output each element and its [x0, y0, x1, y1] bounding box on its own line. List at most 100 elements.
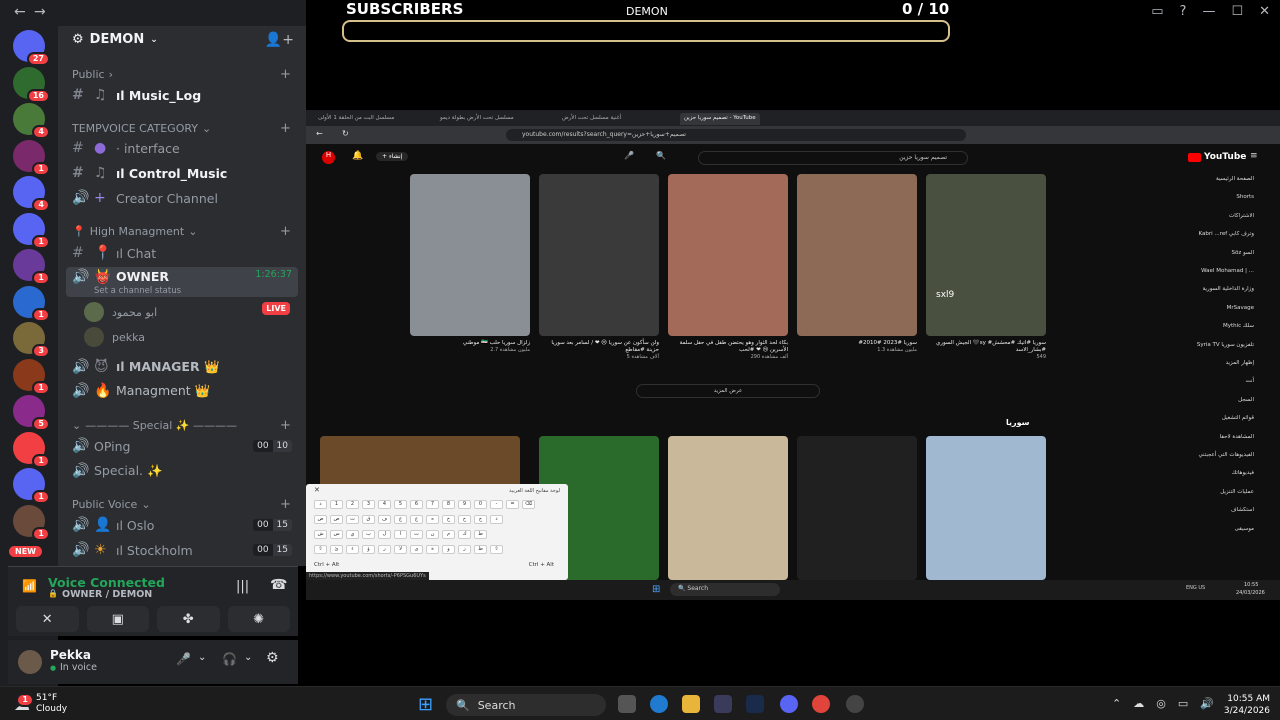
avatar[interactable]: H [322, 151, 335, 164]
channel-oslo[interactable]: 🔊 👤 ıl Oslo 00 15 [66, 514, 298, 536]
keyboard-key[interactable]: 5 [394, 500, 407, 509]
browser-tab[interactable]: مسلسل تحت الأرض بطولة ديمو [436, 113, 518, 125]
category-tempvoice[interactable]: TEMPVOICE CATEGORY ⌄ + [72, 121, 291, 136]
keyboard-key[interactable]: غ [394, 515, 407, 524]
voice-user[interactable]: pekka LIVE [84, 302, 290, 347]
server-icon[interactable]: 4 [13, 176, 50, 212]
keyboard-key[interactable]: ث [346, 515, 359, 524]
create-button[interactable]: + إنشاء [376, 152, 409, 161]
microphone-icon[interactable]: 🎤 [624, 151, 634, 160]
category-public-voice[interactable]: Public Voice ⌄ + [72, 497, 291, 512]
app-tray-icon[interactable]: ◎ [1156, 697, 1166, 710]
sidebar-item[interactable]: الاشتراكات [1229, 213, 1254, 219]
add-channel-icon[interactable]: + [280, 497, 291, 512]
voice-location[interactable]: OWNER / DEMON [62, 589, 152, 600]
discord-icon[interactable] [780, 695, 798, 713]
sidebar-item[interactable]: Kabri ...ref وترف كابي [1199, 231, 1254, 237]
menu-icon[interactable]: ≡ [1250, 151, 1258, 161]
video-thumbnail[interactable] [410, 174, 530, 336]
close-icon[interactable]: ✕ [1259, 4, 1270, 19]
keyboard-key[interactable]: ⇧ [314, 545, 327, 554]
channel-stockholm[interactable]: 🔊 ☀ ıl Stockholm 00 15 [66, 539, 298, 561]
camera-off-button[interactable]: ✕ [16, 606, 79, 632]
keyboard-key[interactable]: 4 [378, 500, 391, 509]
browser-tab[interactable]: مسلسل البت من الحلقة 1 الأولى [314, 113, 398, 125]
add-channel-icon[interactable]: + [280, 224, 291, 239]
video-title[interactable]: الجيش السوري 🖤sy #سوريا #اتيك #محشش #بشا… [926, 340, 1046, 361]
category-special[interactable]: ⌄ ———— Special ✨ ———— + [72, 418, 291, 433]
keyboard-key[interactable]: و [442, 545, 455, 554]
video-thumbnail[interactable]: sxl9 [926, 174, 1046, 336]
disconnect-icon[interactable]: ☎ [270, 577, 287, 593]
edge-icon[interactable] [650, 695, 668, 713]
browser-tab-active[interactable]: تصميم سوريا حزين - YouTube [680, 113, 760, 125]
sidebar-item[interactable]: إظهار المزيد [1226, 360, 1254, 366]
channel-managment[interactable]: 🔊 🔥 Managment 👑 [66, 380, 298, 402]
keyboard-key[interactable]: 8 [442, 500, 455, 509]
gear-icon[interactable]: ⚙ [266, 650, 279, 666]
keyboard-key[interactable]: ز [458, 545, 471, 554]
channel-chat[interactable]: # 📍 ıl Chat [66, 242, 298, 264]
keyboard-key[interactable]: 3 [362, 500, 375, 509]
keyboard-key[interactable]: د [490, 515, 503, 524]
video-title[interactable]: ولن سأكون عن سوريا 😢 ❤ / لسامر بعد سوريا… [539, 340, 659, 361]
channel-special[interactable]: 🔊 Special. ✨ [66, 460, 298, 482]
sidebar-item[interactable]: السجل [1238, 397, 1254, 403]
reload-icon[interactable]: ↻ [342, 129, 349, 138]
sidebar-item[interactable]: الصفحة الرئيسية [1216, 176, 1254, 182]
keyboard-key[interactable]: ص [330, 515, 343, 524]
steam-icon[interactable] [746, 695, 764, 713]
inbox-icon[interactable]: ▭ [1151, 4, 1163, 19]
windows-icon[interactable]: ⊞ [652, 584, 660, 595]
keyboard-key[interactable]: ة [426, 545, 439, 554]
keyboard-ctrl-left[interactable]: Ctrl + Alt [314, 562, 339, 568]
keyboard-key[interactable]: 1 [330, 500, 343, 509]
avatar[interactable] [18, 650, 42, 674]
short-thumbnail[interactable] [668, 436, 788, 580]
channel-status-hint[interactable]: Set a channel status [94, 286, 181, 296]
help-icon[interactable]: ? [1180, 4, 1187, 19]
clock[interactable]: 10:55 AM 3/24/2026 [1224, 693, 1270, 717]
video-thumbnail[interactable] [539, 174, 659, 336]
show-more-button[interactable]: عرض المزيد [636, 384, 820, 398]
keyboard-key[interactable]: ض [314, 515, 327, 524]
screen-share-button[interactable]: ▣ [86, 606, 149, 632]
keyboard-key[interactable]: 9 [458, 500, 471, 509]
keyboard-key[interactable]: ش [314, 530, 327, 539]
keyboard-key[interactable]: 7 [426, 500, 439, 509]
keyboard-key[interactable]: ع [410, 515, 423, 524]
task-view-icon[interactable] [618, 695, 636, 713]
start-button-icon[interactable]: ⊞ [418, 694, 433, 715]
store-icon[interactable] [714, 695, 732, 713]
short-thumbnail[interactable] [926, 436, 1046, 580]
keyboard-key[interactable]: ج [474, 515, 487, 524]
keyboard-key[interactable]: ق [362, 515, 375, 524]
back-arrow-icon[interactable]: ← [14, 4, 26, 20]
server-icon[interactable]: 1 [13, 431, 50, 468]
add-channel-icon[interactable]: + [280, 121, 291, 136]
sidebar-item[interactable]: وزارة الداخلية السورية [1203, 286, 1254, 292]
wifi-icon[interactable]: ▭ [1178, 697, 1188, 710]
keyboard-key[interactable]: ح [458, 515, 471, 524]
keyboard-ctrl-right[interactable]: Ctrl + Alt [529, 562, 554, 568]
sidebar-item[interactable]: قوائم التشغيل [1222, 415, 1254, 421]
keyboard-key[interactable]: ه [426, 515, 439, 524]
inner-search[interactable]: 🔍 Search [670, 583, 780, 596]
back-arrow-icon[interactable]: ← [316, 129, 323, 138]
weather-widget[interactable]: ☁1 51°FCloudy [14, 692, 67, 715]
keyboard-key[interactable]: م [442, 530, 455, 539]
file-explorer-icon[interactable] [682, 695, 700, 713]
keyboard-key[interactable]: ؤ [362, 545, 375, 554]
youtube-search-input[interactable]: تصميم سوريا حزين [698, 151, 968, 165]
sidebar-item[interactable]: موسيقى [1235, 526, 1254, 532]
headphones-icon[interactable]: 🎧 [222, 652, 237, 666]
youtube-logo[interactable]: YouTube [1188, 152, 1246, 162]
video-title[interactable]: #سوريا #2023 #2010 1.3 مليون مشاهدة [797, 340, 917, 354]
sidebar-item[interactable]: Mythic سلك [1223, 323, 1254, 329]
search-icon[interactable]: 🔍 [656, 151, 666, 160]
microphone-icon[interactable]: 🎤 [176, 652, 191, 666]
voice-user[interactable]: ابو محمود [84, 302, 290, 322]
sidebar-item[interactable]: Söz السو [1232, 250, 1254, 256]
taskbar-search[interactable]: 🔍 Search [446, 694, 606, 716]
chevron-down-icon[interactable]: ⌄ [198, 652, 206, 663]
